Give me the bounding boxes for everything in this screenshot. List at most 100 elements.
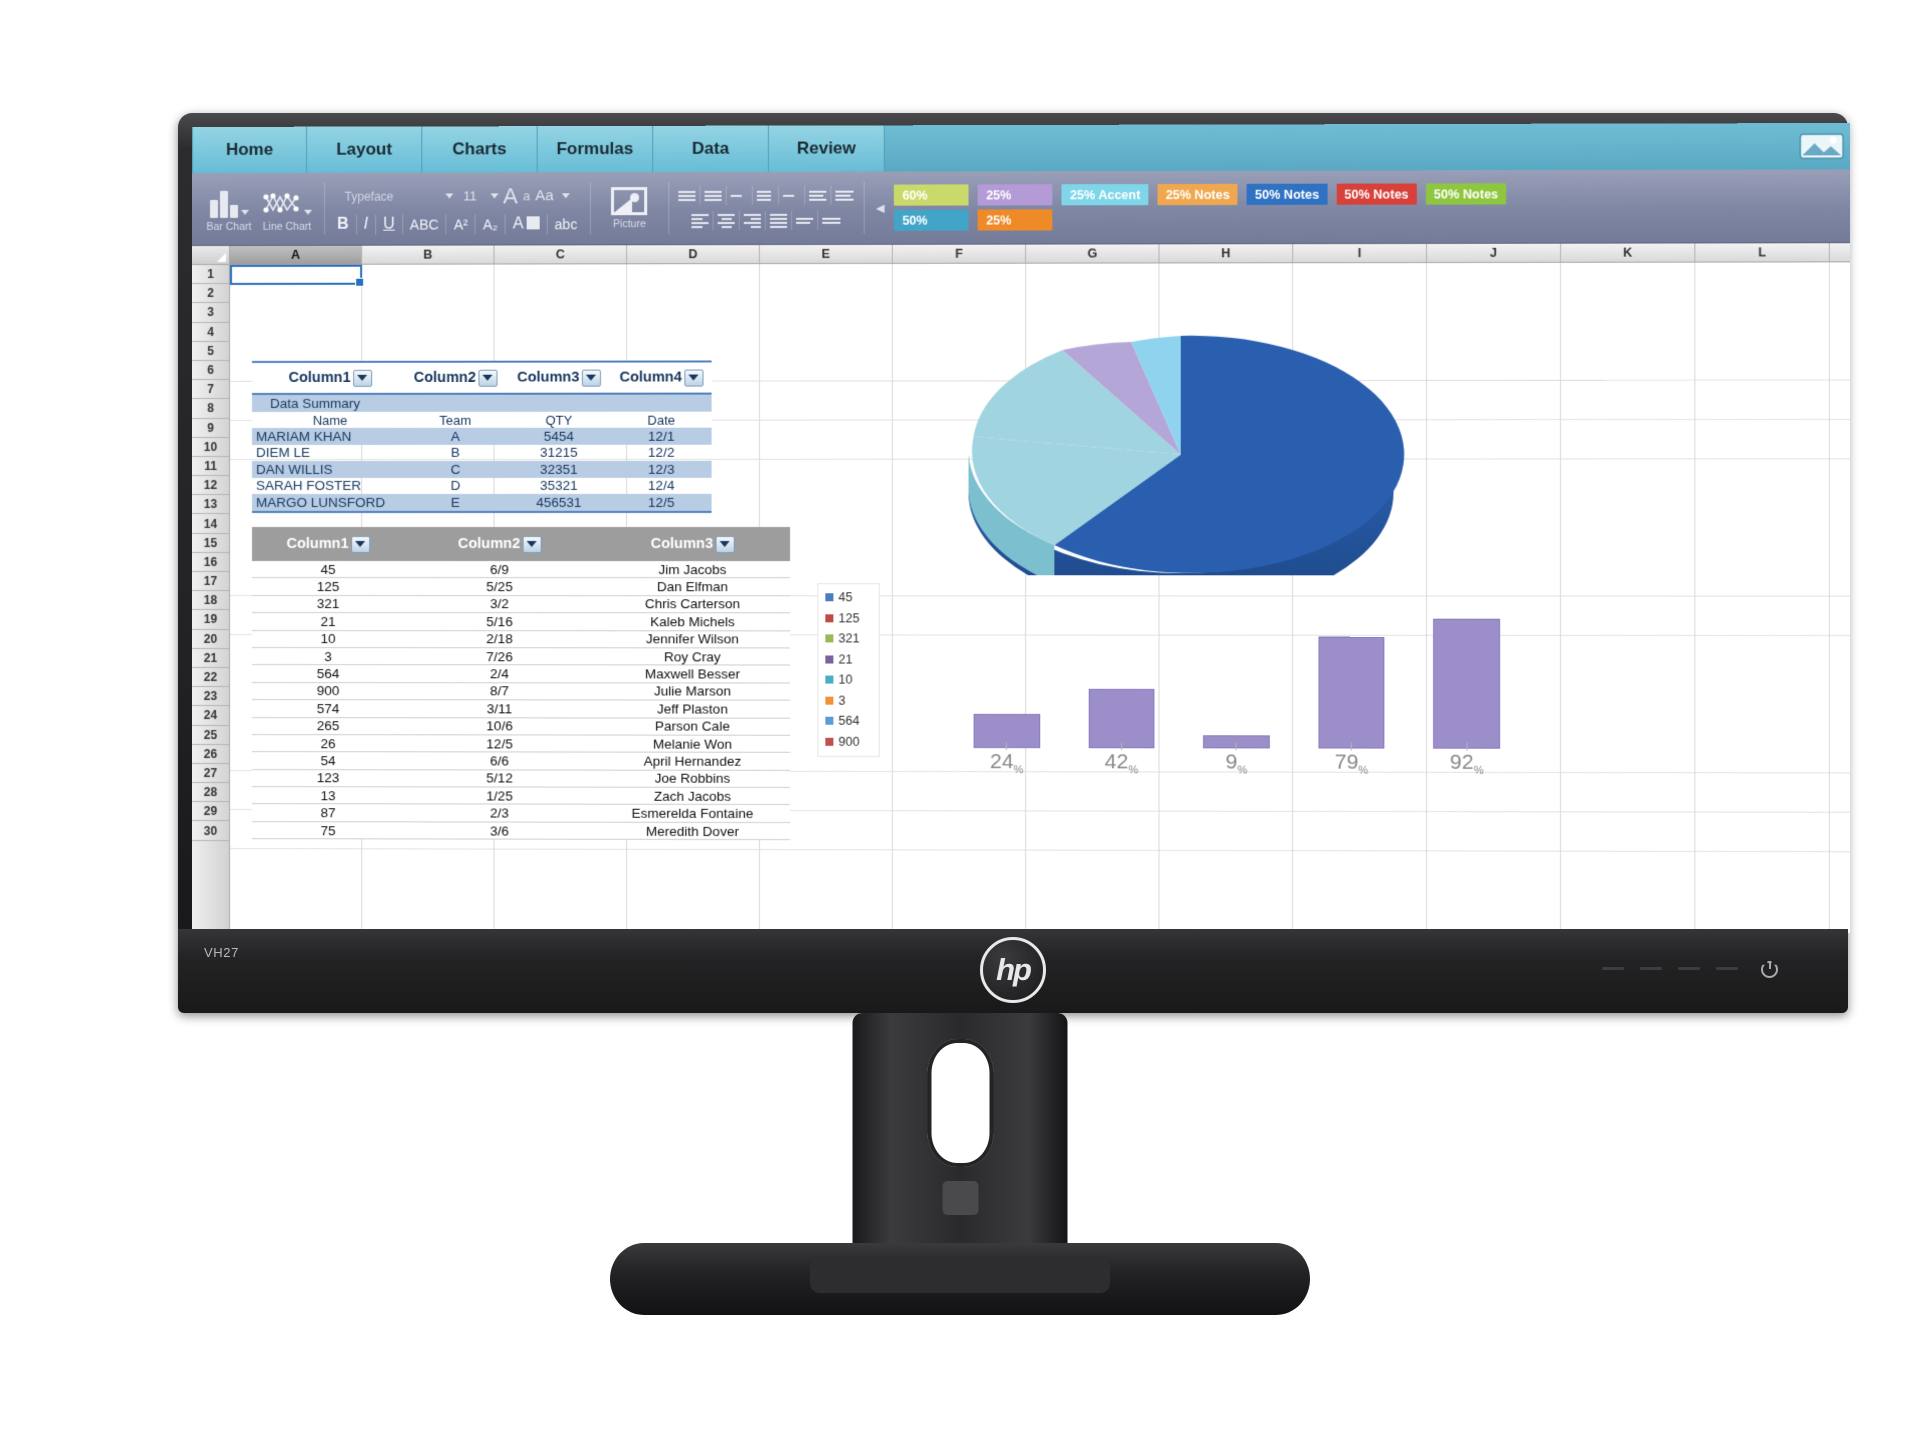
style-chip-50-notes-green[interactable]: 50% Notes xyxy=(1425,183,1507,205)
row-header-16[interactable]: 16 xyxy=(192,552,230,573)
power-icon[interactable] xyxy=(1761,961,1778,978)
pie-chart[interactable] xyxy=(933,313,1429,612)
picture-button[interactable]: Picture xyxy=(598,186,660,230)
grow-font-button[interactable]: A xyxy=(503,183,518,209)
increase-indent-icon[interactable] xyxy=(832,186,858,205)
select-all-corner[interactable] xyxy=(192,245,231,264)
row-header-21[interactable]: 21 xyxy=(192,648,230,668)
line-chart-button[interactable]: Line Chart xyxy=(258,185,316,232)
shrink-font-button[interactable]: a xyxy=(523,188,530,203)
table-row[interactable]: SARAH FOSTER D 35321 12/4 xyxy=(252,477,712,494)
sheet-canvas[interactable]: Column1 Column2 Column3 Column4 Data Sum… xyxy=(230,262,1851,934)
row-header-13[interactable]: 13 xyxy=(192,495,230,515)
row-header-18[interactable]: 18 xyxy=(192,591,230,611)
font-color-button[interactable]: A xyxy=(505,213,548,234)
font-size-input[interactable]: 11 xyxy=(458,188,482,203)
strikethrough-button[interactable]: ABC xyxy=(402,214,447,235)
style-chip-60-percent[interactable]: 60% xyxy=(894,184,969,206)
row-header-25[interactable]: 25 xyxy=(192,725,230,745)
column-header-e[interactable]: E xyxy=(759,244,893,264)
typeface-input[interactable]: Typeface xyxy=(345,189,437,203)
table-row[interactable]: DAN WILLIS C 32351 12/3 xyxy=(252,460,712,478)
subscript-button[interactable]: A₂ xyxy=(475,213,506,234)
table-row[interactable]: 75 3/6 Meredith Dover xyxy=(252,821,791,841)
row-header-12[interactable]: 12 xyxy=(192,476,230,496)
table-row[interactable]: 564 2/4 Maxwell Besser xyxy=(252,665,791,684)
table2-header-column1[interactable]: Column1 xyxy=(252,527,404,561)
list-chevron-down-icon[interactable] xyxy=(727,185,754,205)
row-header-22[interactable]: 22 xyxy=(192,667,230,688)
italic-button[interactable]: I xyxy=(356,214,377,235)
font-size-chevron-down-icon[interactable] xyxy=(490,193,499,199)
table-row[interactable]: 45 6/9 Jim Jacobs xyxy=(252,561,791,579)
row-header-11[interactable]: 11 xyxy=(192,456,230,477)
row-header-28[interactable]: 28 xyxy=(192,783,230,803)
table1-header-column3[interactable]: Column3 xyxy=(507,363,611,393)
change-case-chevron-down-icon[interactable] xyxy=(561,193,570,199)
column-header-d[interactable]: D xyxy=(627,245,760,264)
table2-header-column2[interactable]: Column2 xyxy=(404,527,595,561)
row-header-23[interactable]: 23 xyxy=(192,687,230,707)
style-chip-50-notes-red[interactable]: 50% Notes xyxy=(1336,183,1417,205)
picture-gallery-icon[interactable] xyxy=(1793,123,1850,170)
row-header-20[interactable]: 20 xyxy=(192,629,230,649)
filter-dropdown-icon[interactable] xyxy=(477,369,498,387)
style-chip-25-percent[interactable]: 25% xyxy=(978,184,1053,206)
table-row[interactable]: 26 12/5 Melanie Won xyxy=(252,734,791,754)
style-chip-50-percent[interactable]: 50% xyxy=(894,209,969,231)
column-header-i[interactable]: I xyxy=(1293,243,1427,263)
filter-dropdown-icon[interactable] xyxy=(715,535,735,553)
row-header-9[interactable]: 9 xyxy=(192,418,230,438)
row-header-8[interactable]: 8 xyxy=(192,399,230,419)
scroll-left-icon[interactable]: ◀ xyxy=(872,201,888,214)
style-chip-25-accent[interactable]: 25% Accent xyxy=(1061,184,1149,206)
column-header-j[interactable]: J xyxy=(1426,243,1562,263)
row-header-26[interactable]: 26 xyxy=(192,744,230,764)
table-row[interactable]: 574 3/11 Jeff Plaston xyxy=(252,700,791,719)
underline-button[interactable]: U xyxy=(376,214,403,235)
row-header-30[interactable]: 30 xyxy=(192,821,230,841)
row-header-7[interactable]: 7 xyxy=(192,380,230,400)
table-row[interactable]: 321 3/2 Chris Carterson xyxy=(252,595,791,614)
table-row[interactable]: MARGO LUNSFORD E 456531 12/5 xyxy=(252,493,712,511)
row-header-6[interactable]: 6 xyxy=(192,360,230,381)
row-header-5[interactable]: 5 xyxy=(192,341,230,361)
superscript-button[interactable]: A² xyxy=(446,213,476,235)
table-row[interactable]: DIEM LE B 31215 12/2 xyxy=(252,444,712,461)
bold-button[interactable]: B xyxy=(330,214,357,235)
row-header-15[interactable]: 15 xyxy=(192,533,230,553)
column-header-k[interactable]: K xyxy=(1561,243,1696,262)
column-header-f[interactable]: F xyxy=(892,244,1027,263)
column-header-l[interactable]: L xyxy=(1695,243,1830,262)
align-left-icon[interactable] xyxy=(687,211,714,231)
bar-chart-button[interactable]: Bar Chart xyxy=(200,185,258,232)
row-header-1[interactable]: 1 xyxy=(192,264,230,285)
row-header-4[interactable]: 4 xyxy=(192,322,230,342)
bullet-list-icon[interactable] xyxy=(674,185,701,206)
tab-data[interactable]: Data xyxy=(653,125,769,173)
filter-dropdown-icon[interactable] xyxy=(581,369,601,387)
table-row[interactable]: 3 7/26 Roy Cray xyxy=(252,647,791,666)
table-row[interactable]: 123 5/12 Joe Robbins xyxy=(252,769,791,789)
table-row[interactable]: 21 5/16 Kaleb Michels xyxy=(252,613,791,631)
highlight-button[interactable]: abc xyxy=(548,214,585,234)
style-chip-25-notes[interactable]: 25% Notes xyxy=(1157,183,1238,206)
decrease-indent-icon[interactable] xyxy=(805,185,832,205)
style-chip-25-percent-orange[interactable]: 25% xyxy=(978,209,1053,231)
tab-home[interactable]: Home xyxy=(192,126,308,173)
table1-header-column2[interactable]: Column2 xyxy=(404,363,506,393)
row-header-3[interactable]: 3 xyxy=(192,303,230,323)
row-header-14[interactable]: 14 xyxy=(192,514,230,534)
table-row[interactable]: 54 6/6 April Hernandez xyxy=(252,752,791,771)
justify-icon[interactable] xyxy=(766,210,793,230)
column-header-g[interactable]: G xyxy=(1026,244,1160,263)
align-right-icon[interactable] xyxy=(740,210,767,231)
filter-dropdown-icon[interactable] xyxy=(522,535,542,553)
filter-dropdown-icon[interactable] xyxy=(352,369,372,387)
table-row[interactable]: MARIAM KHAN A 5454 12/1 xyxy=(252,427,712,445)
row-header-17[interactable]: 17 xyxy=(192,572,230,592)
column-header-a[interactable]: A xyxy=(230,245,363,264)
table-row[interactable]: 125 5/25 Dan Elfman xyxy=(252,578,791,597)
change-case-button[interactable]: Aa xyxy=(535,187,553,204)
multilevel-list-icon[interactable] xyxy=(753,185,780,205)
